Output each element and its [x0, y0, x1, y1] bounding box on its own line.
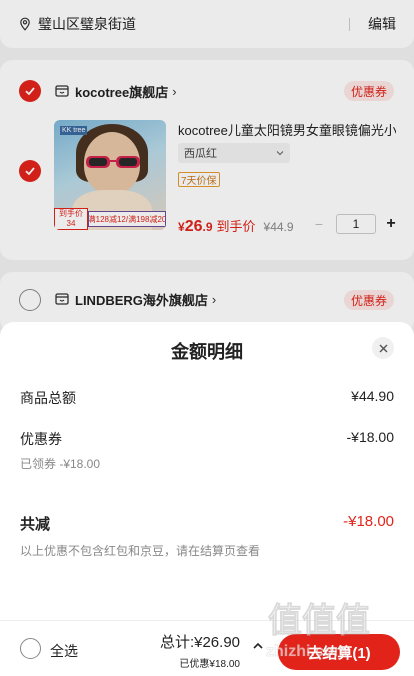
goods-total-value: ¥44.90: [351, 388, 394, 404]
close-icon: [379, 344, 387, 352]
amount-detail-sheet: 金额明细 商品总额 ¥44.90 优惠券 -¥18.00 已领券 -¥18.00…: [0, 322, 414, 676]
checkout-button[interactable]: 去结算(1): [278, 634, 400, 670]
total-block: 总计:¥26.90 已优惠¥18.00: [160, 631, 240, 670]
coupon-row: 优惠券 -¥18.00: [20, 429, 394, 449]
sheet-title: 金额明细: [171, 342, 243, 362]
reduce-label: 共减: [20, 516, 51, 533]
select-all-label[interactable]: 全选: [50, 641, 78, 661]
select-all-checkbox[interactable]: [20, 638, 41, 659]
coupon-note: 已领券 -¥18.00: [20, 457, 101, 471]
goods-total-label: 商品总额: [20, 390, 76, 406]
discount-note: 以上优惠不包含红包和京豆，请在结算页查看: [20, 544, 261, 558]
chevron-up-icon[interactable]: [252, 640, 264, 652]
discount-amount: 已优惠¥18.00: [179, 659, 240, 670]
goods-total-row: 商品总额 ¥44.90: [20, 388, 394, 408]
close-button[interactable]: [372, 337, 394, 359]
divider: [0, 620, 414, 621]
coupon-label: 优惠券: [20, 431, 62, 447]
total-amount: 总计:¥26.90: [159, 634, 240, 651]
total-reduce-row: 共减 -¥18.00: [20, 513, 394, 534]
coupon-value: -¥18.00: [346, 429, 394, 445]
reduce-value: -¥18.00: [343, 513, 394, 530]
